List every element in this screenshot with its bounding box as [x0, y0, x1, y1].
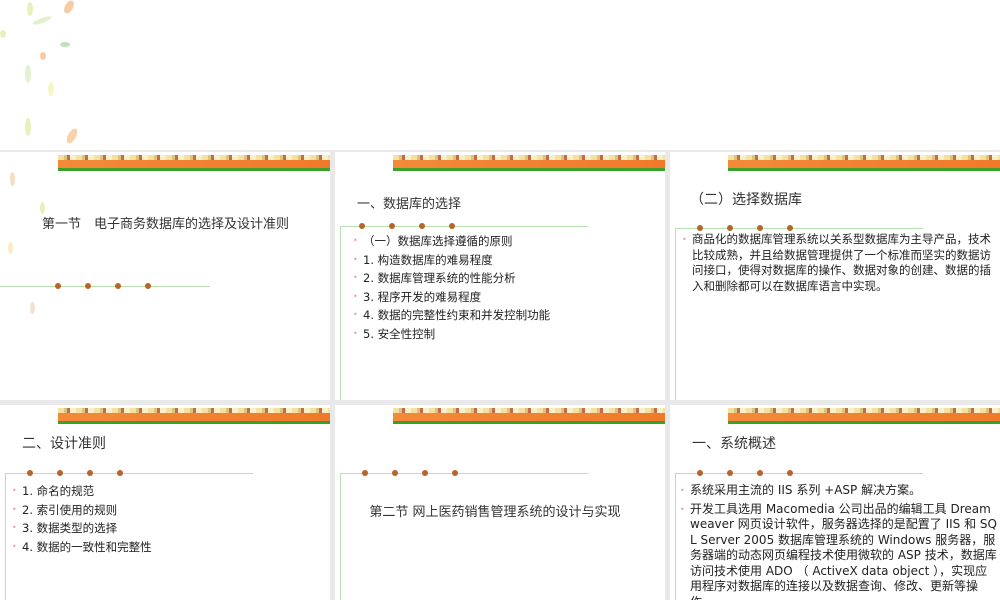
- divider-line: [675, 228, 923, 229]
- top-blank-area: [0, 0, 1000, 150]
- header-banner: [58, 408, 330, 421]
- content-border: [340, 226, 341, 400]
- leaf-decoration: [27, 2, 33, 16]
- divider-dot: [757, 470, 763, 476]
- list-item: 4. 数据的一致性和完整性: [12, 538, 317, 557]
- list-item: 商品化的数据库管理系统以关系型数据库为主导产品，技术比较成熟，并且给数据管理提供…: [682, 232, 998, 294]
- bullet-list: （一）数据库选择遵循的原则 1. 构造数据库的难易程度 2. 数据库管理系统的性…: [353, 232, 658, 343]
- list-item: 开发工具选用 Macomedia 公司出品的编辑工具 Dreamweaver 网…: [680, 502, 998, 600]
- divider-dot: [727, 470, 733, 476]
- divider-dot: [787, 470, 793, 476]
- divider-dot: [392, 470, 398, 476]
- slide-thumbnail-6[interactable]: 一、系统概述 系统采用主流的 IIS 系列 +ASP 解决方案。 开发工具选用 …: [670, 405, 1000, 600]
- header-banner: [393, 408, 665, 421]
- slide-title: （二）选择数据库: [690, 192, 802, 208]
- list-item: 2. 数据库管理系统的性能分析: [353, 269, 658, 288]
- divider-dot: [422, 470, 428, 476]
- slide-title: 二、设计准则: [22, 436, 106, 452]
- header-banner: [728, 408, 1000, 421]
- list-item: 1. 构造数据库的难易程度: [353, 251, 658, 270]
- slide-thumbnail-5[interactable]: 第二节 网上医药销售管理系统的设计与实现: [335, 405, 665, 600]
- list-item: 5. 安全性控制: [353, 325, 658, 344]
- header-green-line: [58, 168, 330, 171]
- leaf-decoration: [64, 127, 80, 145]
- leaf-decoration: [25, 118, 31, 136]
- content-border: [675, 228, 676, 400]
- divider-dot: [389, 223, 395, 229]
- leaf-decoration: [10, 172, 15, 186]
- list-item: 3. 数据类型的选择: [12, 519, 317, 538]
- header-banner: [393, 155, 665, 168]
- divider-dot: [87, 470, 93, 476]
- divider-dot: [362, 470, 368, 476]
- divider-dot: [27, 470, 33, 476]
- leaf-decoration: [40, 52, 46, 60]
- divider-dot: [55, 283, 61, 289]
- divider-dot: [449, 223, 455, 229]
- slide-title: 一、系统概述: [692, 436, 776, 452]
- header-green-line: [58, 421, 330, 424]
- slide-thumbnail-1[interactable]: 第一节 电子商务数据库的选择及设计准则: [0, 152, 330, 400]
- header-green-line: [393, 421, 665, 424]
- slide-thumbnail-4[interactable]: 二、设计准则 1. 命名的规范 2. 索引使用的规则 3. 数据类型的选择 4.…: [0, 405, 330, 600]
- leaf-decoration: [0, 30, 6, 38]
- divider-line: [5, 473, 253, 474]
- divider-line: [340, 473, 588, 474]
- divider-dot: [452, 470, 458, 476]
- slide-thumbnail-2[interactable]: 一、数据库的选择 （一）数据库选择遵循的原则 1. 构造数据库的难易程度 2. …: [335, 152, 665, 400]
- slide-title: 一、数据库的选择: [357, 197, 462, 212]
- leaf-decoration: [25, 65, 31, 83]
- divider-line: [0, 286, 210, 287]
- leaf-decoration: [60, 42, 70, 47]
- header-green-line: [728, 168, 1000, 171]
- content-border: [5, 473, 6, 600]
- leaf-decoration: [62, 0, 76, 16]
- leaf-decoration: [40, 202, 45, 214]
- divider-line: [340, 226, 588, 227]
- divider-dot: [697, 225, 703, 231]
- content-border: [675, 473, 676, 600]
- list-item: 1. 命名的规范: [12, 482, 317, 501]
- leaf-decoration: [30, 302, 35, 314]
- list-item: （一）数据库选择遵循的原则: [353, 232, 658, 251]
- divider-dot: [419, 223, 425, 229]
- divider-dot: [757, 225, 763, 231]
- divider-dot: [697, 470, 703, 476]
- divider-dot: [145, 283, 151, 289]
- header-green-line: [393, 168, 665, 171]
- divider-dot: [787, 225, 793, 231]
- leaf-decoration: [8, 242, 13, 254]
- leaf-decoration: [48, 82, 54, 96]
- list-item: 2. 索引使用的规则: [12, 501, 317, 520]
- bullet-list: 商品化的数据库管理系统以关系型数据库为主导产品，技术比较成熟，并且给数据管理提供…: [682, 232, 998, 297]
- list-item: 4. 数据的完整性约束和并发控制功能: [353, 306, 658, 325]
- list-item: 系统采用主流的 IIS 系列 +ASP 解决方案。: [680, 483, 998, 499]
- header-banner: [58, 155, 330, 168]
- divider-dot: [115, 283, 121, 289]
- divider-dot: [85, 283, 91, 289]
- divider-line: [675, 473, 923, 474]
- divider-dot: [727, 225, 733, 231]
- slide-title: 第二节 网上医药销售管理系统的设计与实现: [369, 505, 621, 520]
- bullet-list: 1. 命名的规范 2. 索引使用的规则 3. 数据类型的选择 4. 数据的一致性…: [12, 482, 317, 556]
- header-banner: [728, 155, 1000, 168]
- divider-dot: [117, 470, 123, 476]
- header-green-line: [728, 421, 1000, 424]
- slide-thumbnail-3[interactable]: （二）选择数据库 商品化的数据库管理系统以关系型数据库为主导产品，技术比较成熟，…: [670, 152, 1000, 400]
- bullet-list: 系统采用主流的 IIS 系列 +ASP 解决方案。 开发工具选用 Macomed…: [680, 483, 998, 600]
- content-border: [340, 473, 341, 600]
- divider-dot: [57, 470, 63, 476]
- list-item: 3. 程序开发的难易程度: [353, 288, 658, 307]
- slide-title: 第一节 电子商务数据库的选择及设计准则: [41, 217, 289, 232]
- leaf-decoration: [31, 14, 53, 27]
- divider-dot: [359, 223, 365, 229]
